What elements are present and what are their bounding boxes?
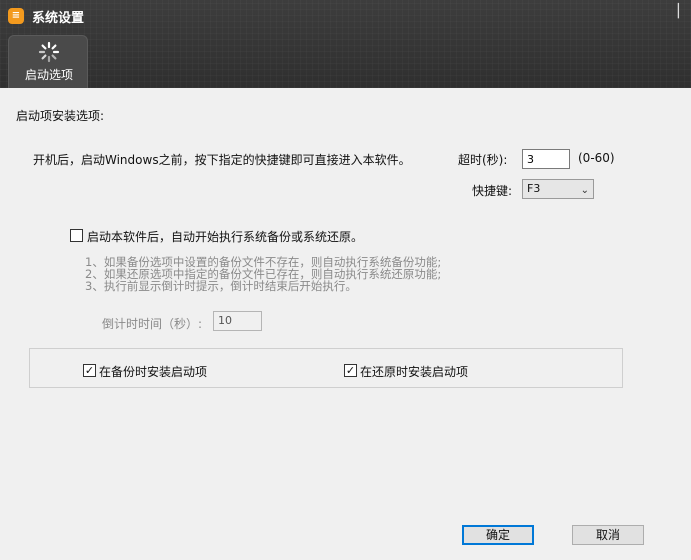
autorun-label[interactable]: 启动本软件后，自动开始执行系统备份或系统还原。	[87, 228, 363, 245]
timeout-label: 超时(秒):	[458, 153, 508, 167]
app-logo-icon: ≡	[8, 8, 24, 24]
timeout-input[interactable]	[522, 149, 570, 169]
tab-label: 启动选项	[24, 68, 73, 82]
countdown-label: 倒计时时间（秒）:	[102, 317, 203, 331]
autorun-checkbox[interactable]	[70, 229, 83, 242]
install-on-backup-label[interactable]: 在备份时安装启动项	[99, 363, 207, 380]
startup-description: 开机后，启动Windows之前，按下指定的快捷键即可直接进入本软件。	[33, 153, 411, 167]
shortcut-label: 快捷键:	[472, 184, 513, 198]
install-on-restore-checkbox[interactable]: ✓	[344, 364, 357, 377]
section-title: 启动项安装选项:	[16, 109, 105, 123]
timeout-range: (0-60)	[578, 151, 615, 165]
note-item: 3、执行前显示倒计时提示，倒计时结束后开始执行。	[85, 279, 357, 293]
tab-startup-options[interactable]: 启动选项	[8, 35, 88, 88]
close-icon[interactable]: ▕	[667, 4, 681, 20]
title-bar: ≡ 系统设置 ▕ 启动选项	[0, 0, 691, 88]
countdown-input[interactable]: 10	[213, 311, 262, 331]
ok-button[interactable]: 确定	[462, 525, 534, 545]
shortcut-value: F3	[527, 182, 541, 195]
window-title: 系统设置	[32, 11, 85, 26]
loading-spinner-icon	[38, 41, 60, 63]
install-on-restore-label[interactable]: 在还原时安装启动项	[360, 363, 468, 380]
chevron-down-icon: ⌄	[580, 185, 589, 196]
shortcut-select[interactable]: F3 ⌄	[522, 179, 594, 199]
cancel-button[interactable]: 取消	[572, 525, 644, 545]
install-on-backup-checkbox[interactable]: ✓	[83, 364, 96, 377]
